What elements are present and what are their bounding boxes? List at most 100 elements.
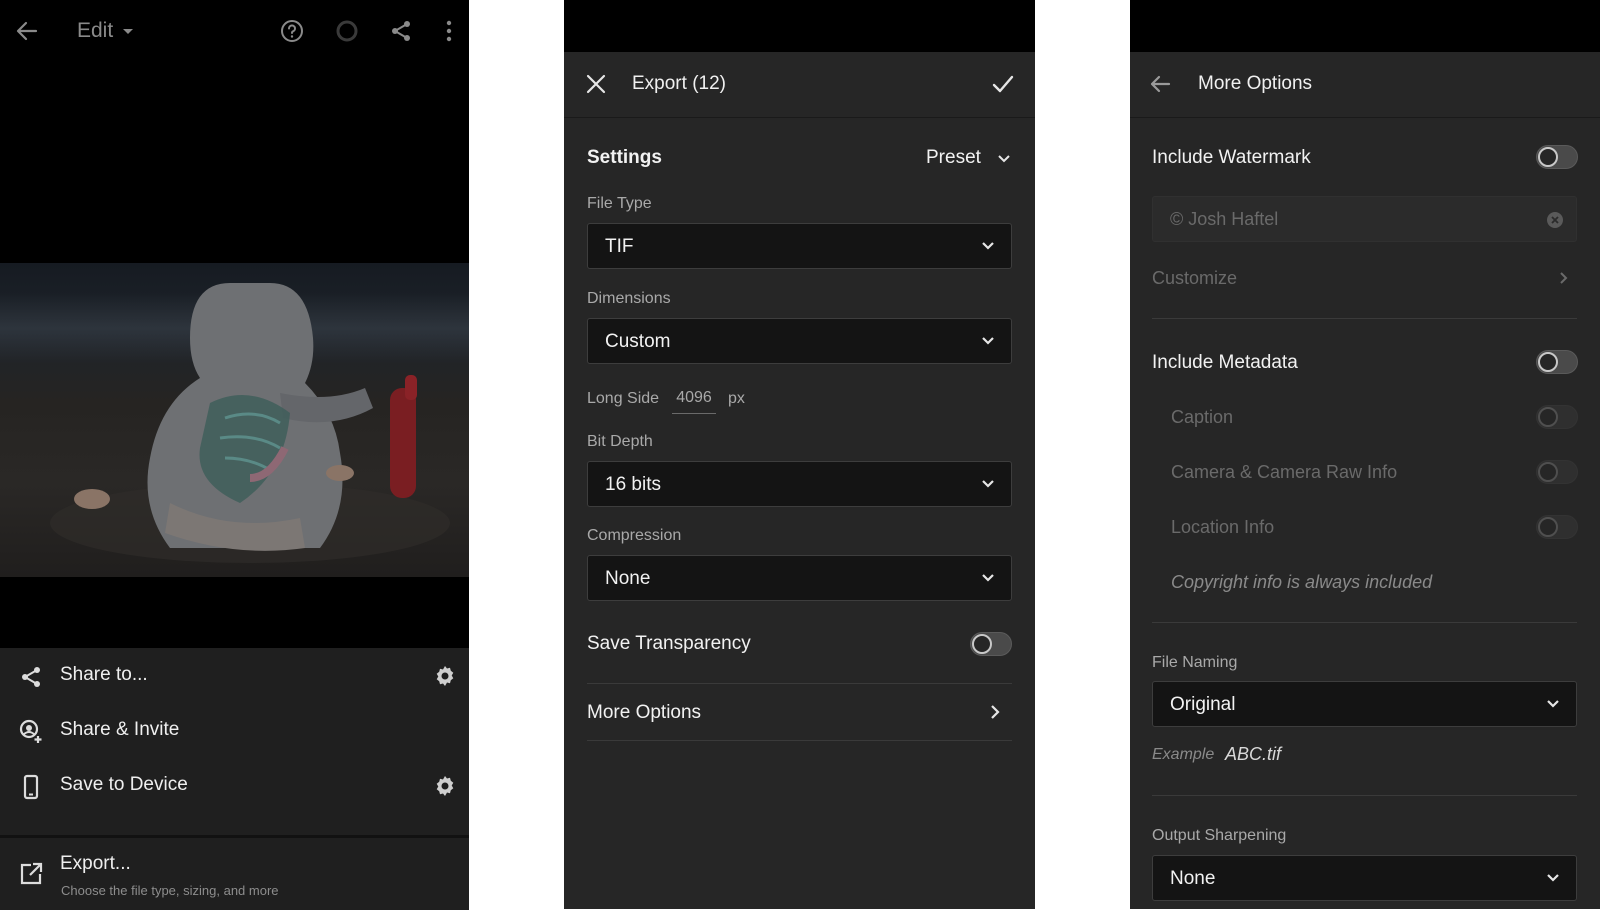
more-options-screen: More Options Include Watermark © Josh Ha… xyxy=(1130,0,1600,909)
watermark-text-value: © Josh Haftel xyxy=(1170,209,1279,229)
more-options-label: More Options xyxy=(587,702,702,723)
save-transparency-label: Save Transparency xyxy=(587,633,751,654)
edit-title: Edit xyxy=(77,19,114,42)
share-invite-label: Share & Invite xyxy=(60,719,180,740)
share-sheet: Share to... Share & Invite Save to Devic… xyxy=(0,648,469,910)
more-options-row[interactable]: More Options xyxy=(587,684,1012,740)
export-screen: Export (12) Settings Preset File Type TI… xyxy=(564,0,1035,909)
add-person-icon xyxy=(18,719,44,745)
divider xyxy=(1152,318,1577,319)
long-side-value: 4096 xyxy=(676,389,712,406)
chevron-down-icon xyxy=(981,241,995,251)
sync-status-icon[interactable] xyxy=(334,18,360,44)
camera-raw-toggle[interactable] xyxy=(1536,460,1578,484)
location-info-label: Location Info xyxy=(1171,517,1275,537)
chevron-down-icon xyxy=(997,154,1011,164)
clear-icon[interactable] xyxy=(1546,211,1564,229)
divider xyxy=(1152,622,1577,623)
toggle-knob xyxy=(1538,407,1558,427)
long-side-label: Long Side xyxy=(587,390,660,407)
compression-value: None xyxy=(605,568,651,589)
compression-label: Compression xyxy=(587,527,682,544)
child-on-beach-image xyxy=(50,283,450,563)
chevron-down-icon xyxy=(981,479,995,489)
dimensions-label: Dimensions xyxy=(587,290,671,307)
toggle-knob xyxy=(1538,352,1558,372)
example-label: Example xyxy=(1152,746,1215,763)
output-sharpening-value: None xyxy=(1170,868,1216,889)
chevron-down-icon xyxy=(1546,699,1560,709)
chevron-down-icon xyxy=(1546,873,1560,883)
camera-raw-label: Camera & Camera Raw Info xyxy=(1171,462,1398,482)
save-transparency-toggle[interactable] xyxy=(970,632,1012,656)
more-options-title: More Options xyxy=(1198,73,1313,94)
sheet-divider xyxy=(0,835,469,838)
output-sharpening-select[interactable]: None xyxy=(1152,855,1577,901)
caption-toggle[interactable] xyxy=(1536,405,1578,429)
location-info-toggle[interactable] xyxy=(1536,515,1578,539)
include-metadata-toggle[interactable] xyxy=(1536,350,1578,374)
file-type-value: TIF xyxy=(605,236,634,257)
export-title: Export (12) xyxy=(632,73,726,94)
customize-label: Customize xyxy=(1152,268,1238,288)
toggle-knob xyxy=(972,634,992,654)
export-label: Export... xyxy=(60,853,131,874)
customize-row[interactable]: Customize xyxy=(1152,258,1577,300)
output-sharpening-label: Output Sharpening xyxy=(1152,827,1287,844)
file-type-label: File Type xyxy=(587,195,652,212)
bit-depth-select[interactable]: 16 bits xyxy=(587,461,1012,507)
edit-mode-dropdown[interactable]: Edit xyxy=(77,19,135,43)
photo-preview[interactable] xyxy=(0,263,469,577)
compression-select[interactable]: None xyxy=(587,555,1012,601)
preset-dropdown[interactable]: Preset xyxy=(926,147,1011,169)
chevron-down-icon xyxy=(981,573,995,583)
status-bar xyxy=(564,0,1035,52)
caption-label: Caption xyxy=(1171,407,1234,427)
save-to-device-label: Save to Device xyxy=(60,774,188,795)
close-icon[interactable] xyxy=(584,72,608,96)
dimensions-value: Custom xyxy=(605,331,671,352)
status-bar xyxy=(1130,0,1600,52)
dimensions-select[interactable]: Custom xyxy=(587,318,1012,364)
phone-icon xyxy=(18,774,44,800)
include-watermark-label: Include Watermark xyxy=(1152,147,1311,168)
share-icon xyxy=(18,664,44,690)
export-row[interactable]: Export... Choose the file type, sizing, … xyxy=(0,843,469,908)
more-vertical-icon[interactable] xyxy=(436,18,462,44)
divider xyxy=(1152,795,1577,796)
back-arrow-icon[interactable] xyxy=(14,18,40,44)
chevron-down-icon xyxy=(981,336,995,346)
file-type-select[interactable]: TIF xyxy=(587,223,1012,269)
copyright-note: Copyright info is always included xyxy=(1171,572,1433,592)
chevron-right-icon xyxy=(989,704,1001,720)
share-invite-row[interactable]: Share & Invite xyxy=(0,705,469,760)
toggle-knob xyxy=(1538,462,1558,482)
long-side-input[interactable]: 4096 xyxy=(672,389,716,414)
long-side-unit: px xyxy=(728,390,745,407)
export-navbar: Export (12) xyxy=(564,52,1035,118)
file-naming-label: File Naming xyxy=(1152,654,1238,671)
save-to-device-row[interactable]: Save to Device xyxy=(0,760,469,815)
back-arrow-icon[interactable] xyxy=(1148,72,1172,96)
bit-depth-label: Bit Depth xyxy=(587,433,653,450)
chevron-right-icon xyxy=(1559,271,1569,285)
edit-screen: Edit Share to... Share & Invite Save to … xyxy=(0,0,469,910)
gear-icon[interactable] xyxy=(433,664,457,688)
gear-icon[interactable] xyxy=(433,774,457,798)
include-watermark-toggle[interactable] xyxy=(1536,145,1578,169)
help-icon[interactable] xyxy=(279,18,305,44)
file-naming-select[interactable]: Original xyxy=(1152,681,1577,727)
checkmark-icon[interactable] xyxy=(991,72,1015,96)
share-to-row[interactable]: Share to... xyxy=(0,650,469,705)
more-options-navbar: More Options xyxy=(1130,52,1600,118)
toggle-knob xyxy=(1538,147,1558,167)
preset-label: Preset xyxy=(926,147,981,168)
share-icon[interactable] xyxy=(388,18,414,44)
settings-heading: Settings xyxy=(587,147,662,168)
export-icon xyxy=(18,861,44,887)
bit-depth-value: 16 bits xyxy=(605,474,661,495)
export-subtitle: Choose the file type, sizing, and more xyxy=(61,883,279,898)
file-naming-value: Original xyxy=(1170,694,1236,715)
watermark-text-input[interactable]: © Josh Haftel xyxy=(1152,196,1577,242)
caret-down-icon xyxy=(121,26,135,36)
